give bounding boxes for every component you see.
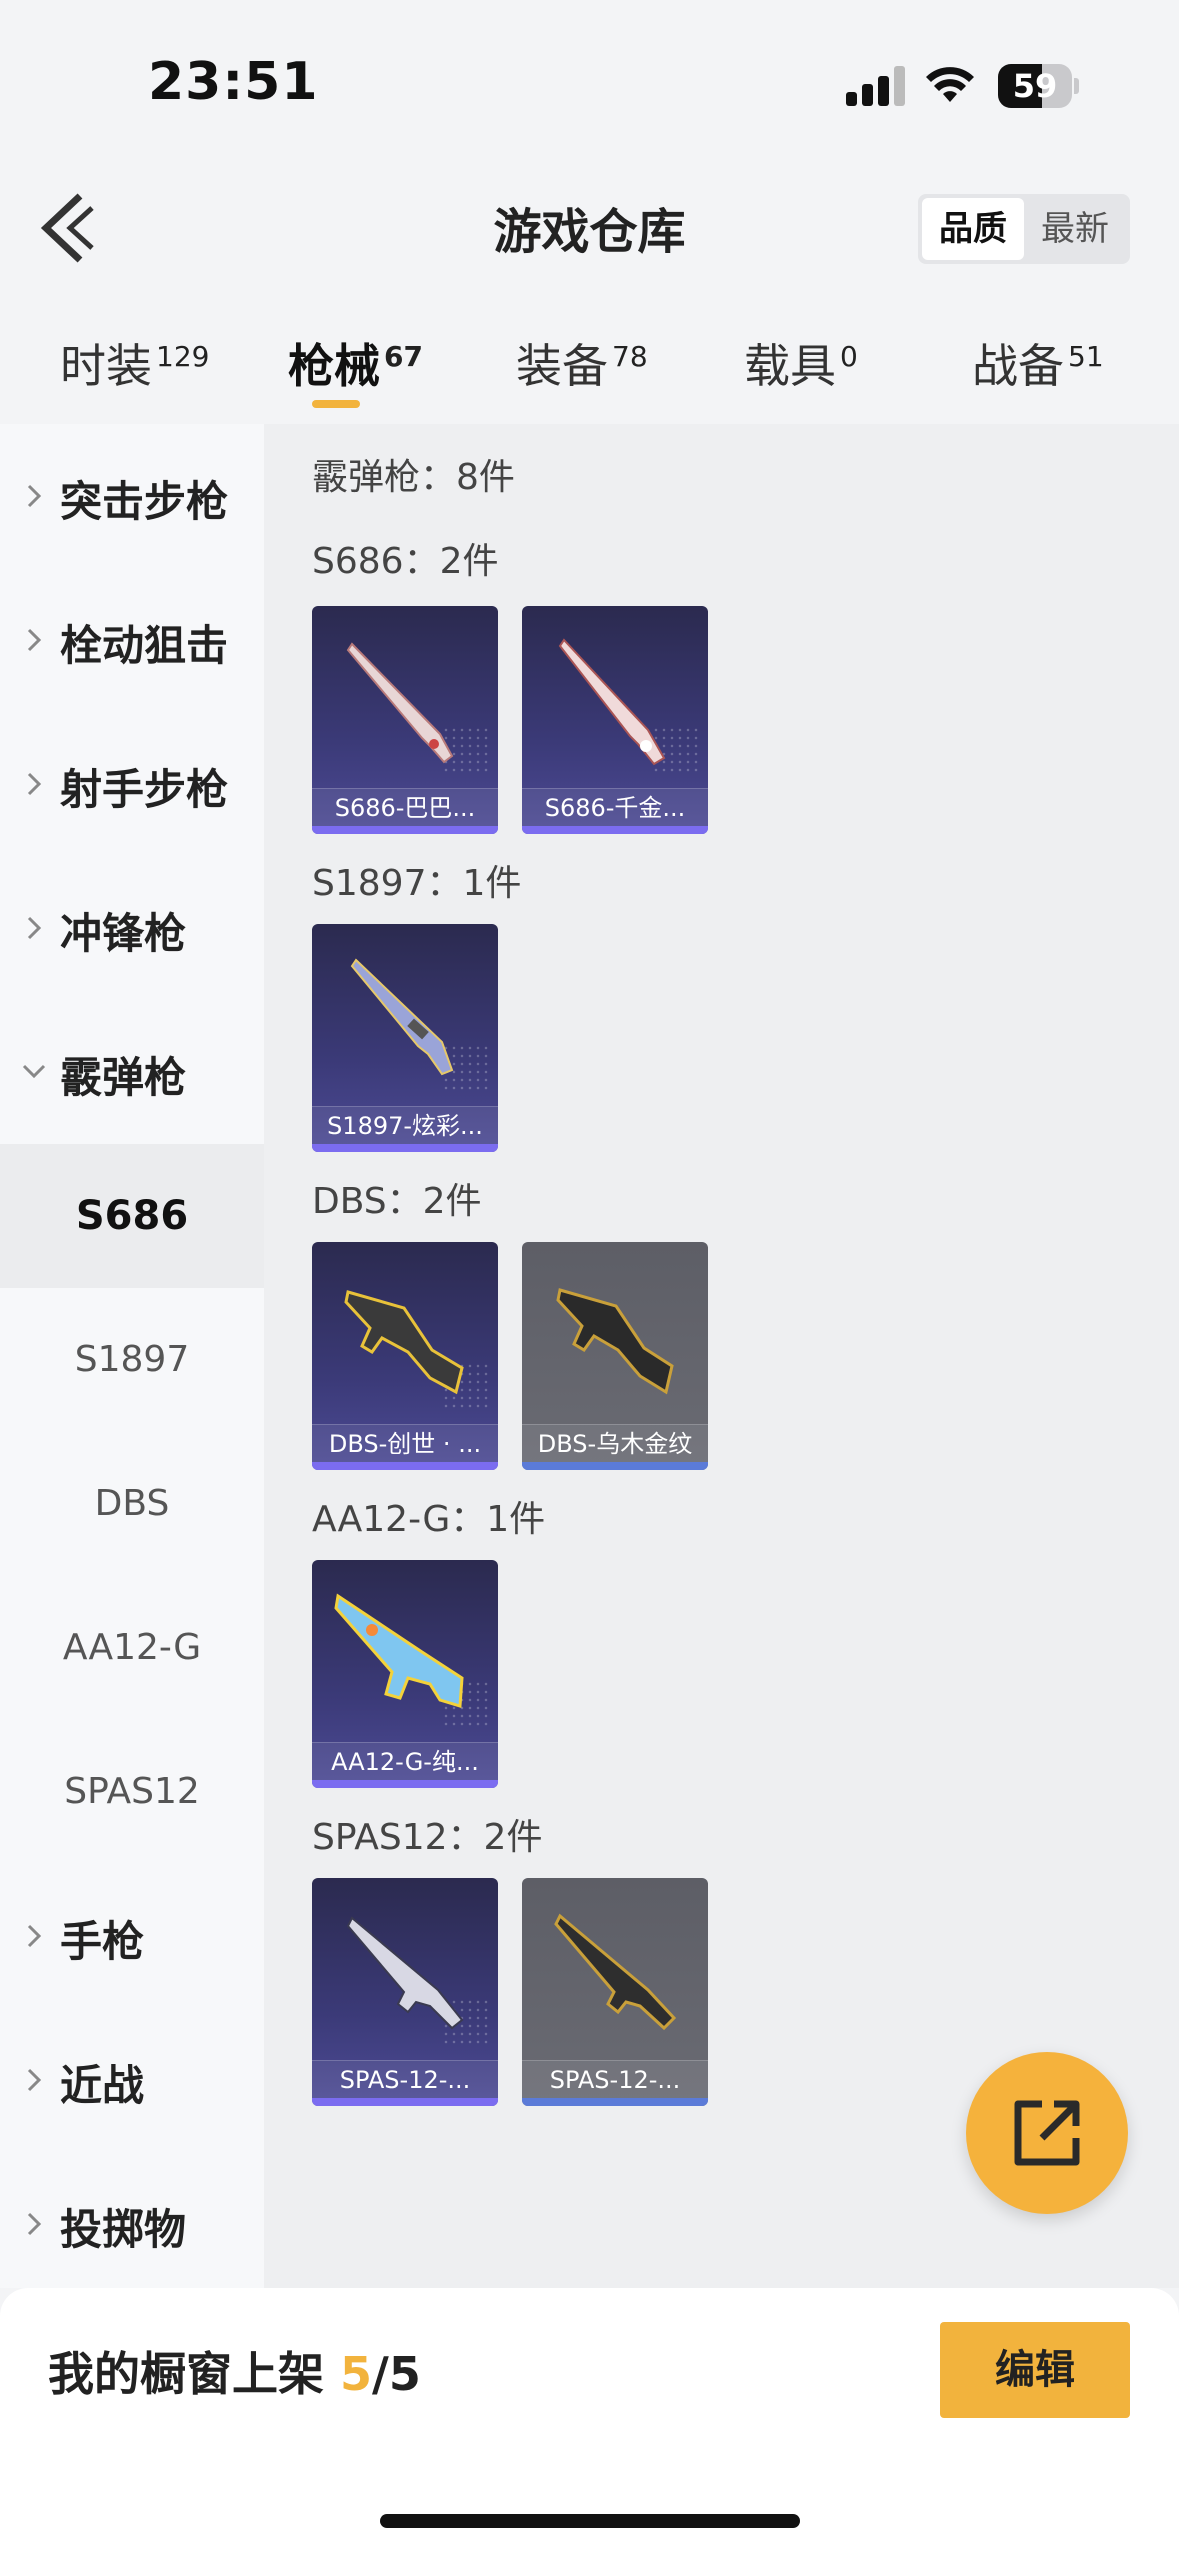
category-summary: 霰弹枪：8件: [312, 457, 515, 498]
shotgun-skin-icon: [334, 1593, 464, 1708]
weapon-card[interactable]: S686-千金...: [522, 606, 708, 834]
tab-vehicles[interactable]: 载具 0: [744, 330, 858, 396]
weapon-card-name: AA12-G-纯...: [312, 1742, 498, 1780]
shotgun-skin-icon: [350, 958, 454, 1076]
tab-count: 0: [840, 339, 858, 373]
external-link-icon: [1014, 2100, 1080, 2166]
showcase-status: 我的橱窗上架 5/5: [48, 2347, 421, 2401]
sidebar-item-label: 手枪: [60, 1917, 145, 1966]
weapon-card[interactable]: DBS-乌木金纹: [522, 1242, 708, 1470]
battery-level: 59: [1012, 67, 1058, 105]
tab-count: 129: [156, 339, 210, 373]
tab-firearms[interactable]: 枪械 67: [288, 330, 423, 396]
battery-icon: 59: [998, 64, 1079, 108]
shotgun-skin-icon: [346, 1916, 464, 2030]
weapon-card[interactable]: SPAS-12-...: [312, 1878, 498, 2106]
shotgun-skin-icon: [556, 1288, 674, 1395]
weapon-card[interactable]: S1897-炫彩...: [312, 924, 498, 1152]
chevron-right-icon: [27, 484, 42, 508]
tab-count: 67: [384, 339, 423, 373]
sidebar-item-label: 近战: [60, 2061, 145, 2110]
showcase-current-count: 5: [340, 2347, 373, 2401]
sort-option-quality[interactable]: 品质: [922, 198, 1024, 260]
sort-toggle: 品质 最新: [918, 194, 1130, 264]
sidebar-subitem-dbs[interactable]: DBS: [0, 1432, 264, 1576]
weapon-card-name: SPAS-12-...: [522, 2060, 708, 2098]
status-time: 23:51: [148, 52, 319, 112]
shotgun-skin-icon: [558, 638, 666, 766]
group-title-s1897: S1897：1件: [312, 863, 522, 904]
shotgun-skin-icon: [344, 1290, 464, 1395]
sidebar-item-label: 投掷物: [60, 2205, 187, 2254]
tab-equipment[interactable]: 装备 78: [516, 330, 648, 396]
weapon-card[interactable]: SPAS-12-...: [522, 1878, 708, 2106]
sidebar-item-label: 射手步枪: [60, 765, 229, 814]
chevron-down-icon: [22, 1064, 46, 1079]
group-title-dbs: DBS：2件: [312, 1181, 482, 1222]
weapon-card[interactable]: S686-巴巴...: [312, 606, 498, 834]
chevron-right-icon: [27, 2212, 42, 2236]
chevron-right-icon: [27, 628, 42, 652]
sidebar-item-marksman-rifle[interactable]: 射手步枪: [0, 712, 264, 856]
weapon-card-name: DBS-乌木金纹: [522, 1424, 708, 1462]
sidebar-item-throwables[interactable]: 投掷物: [0, 2152, 264, 2296]
sidebar-subitem-spas12[interactable]: SPAS12: [0, 1720, 264, 1864]
chevron-right-icon: [27, 772, 42, 796]
tab-combat-supplies[interactable]: 战备 51: [972, 330, 1104, 396]
weapon-card-name: S686-千金...: [522, 788, 708, 826]
sidebar-subitem-s686[interactable]: S686: [0, 1144, 264, 1288]
weapon-card-name: S686-巴巴...: [312, 788, 498, 826]
sidebar-subitem-aa12g[interactable]: AA12-G: [0, 1576, 264, 1720]
share-button[interactable]: [966, 2052, 1128, 2214]
group-title-aa12g: AA12-G：1件: [312, 1499, 546, 1540]
weapon-category-sidebar: 突击步枪 栓动狙击 射手步枪 冲锋枪 霰弹枪 S686 S1897 DBS AA…: [0, 424, 264, 2288]
status-bar: 23:51 59: [0, 0, 1179, 150]
tab-fashion[interactable]: 时装 129: [60, 330, 209, 396]
category-tabs: 时装 129 枪械 67 装备 78 载具 0 战备 51: [0, 320, 1179, 420]
sidebar-subitem-s1897[interactable]: S1897: [0, 1288, 264, 1432]
cellular-signal-icon: [846, 66, 908, 106]
sidebar-item-smg[interactable]: 冲锋枪: [0, 856, 264, 1000]
wifi-icon: [926, 67, 974, 102]
showcase-bar: 我的橱窗上架 5/5 编辑: [0, 2288, 1179, 2556]
active-tab-indicator: [312, 400, 360, 408]
header: 游戏仓库 品质 最新: [0, 150, 1179, 300]
weapon-card[interactable]: DBS-创世 · ...: [312, 1242, 498, 1470]
sidebar-item-melee[interactable]: 近战: [0, 2008, 264, 2152]
tab-count: 51: [1068, 339, 1104, 373]
shotgun-skin-icon: [346, 642, 454, 764]
sort-option-newest[interactable]: 最新: [1024, 198, 1126, 260]
group-title-spas12: SPAS12：2件: [312, 1817, 543, 1858]
weapon-list: 霰弹枪：8件 S686：2件 S686-巴巴... S686-千金... S18…: [264, 424, 1179, 2288]
sidebar-item-label: 突击步枪: [60, 477, 229, 526]
chevron-right-icon: [27, 1924, 42, 1948]
weapon-card[interactable]: AA12-G-纯...: [312, 1560, 498, 1788]
sidebar-item-label: 栓动狙击: [60, 621, 229, 670]
sidebar-item-assault-rifle[interactable]: 突击步枪: [0, 424, 264, 568]
weapon-card-name: DBS-创世 · ...: [312, 1424, 498, 1462]
showcase-max-count: 5: [388, 2347, 421, 2401]
chevron-right-icon: [27, 916, 42, 940]
weapon-card-name: S1897-炫彩...: [312, 1106, 498, 1144]
shotgun-skin-icon: [554, 1913, 677, 2031]
sidebar-item-label: 霰弹枪: [60, 1053, 187, 1102]
sidebar-item-bolt-sniper[interactable]: 栓动狙击: [0, 568, 264, 712]
chevron-right-icon: [27, 2068, 42, 2092]
home-indicator: [380, 2514, 800, 2528]
tab-count: 78: [612, 339, 648, 373]
sidebar-item-label: 冲锋枪: [60, 909, 187, 958]
weapon-card-name: SPAS-12-...: [312, 2060, 498, 2098]
sidebar-item-shotgun[interactable]: 霰弹枪: [0, 1000, 264, 1144]
sidebar-item-pistol[interactable]: 手枪: [0, 1864, 264, 2008]
edit-button[interactable]: 编辑: [940, 2322, 1130, 2418]
group-title-s686: S686：2件: [312, 541, 499, 582]
